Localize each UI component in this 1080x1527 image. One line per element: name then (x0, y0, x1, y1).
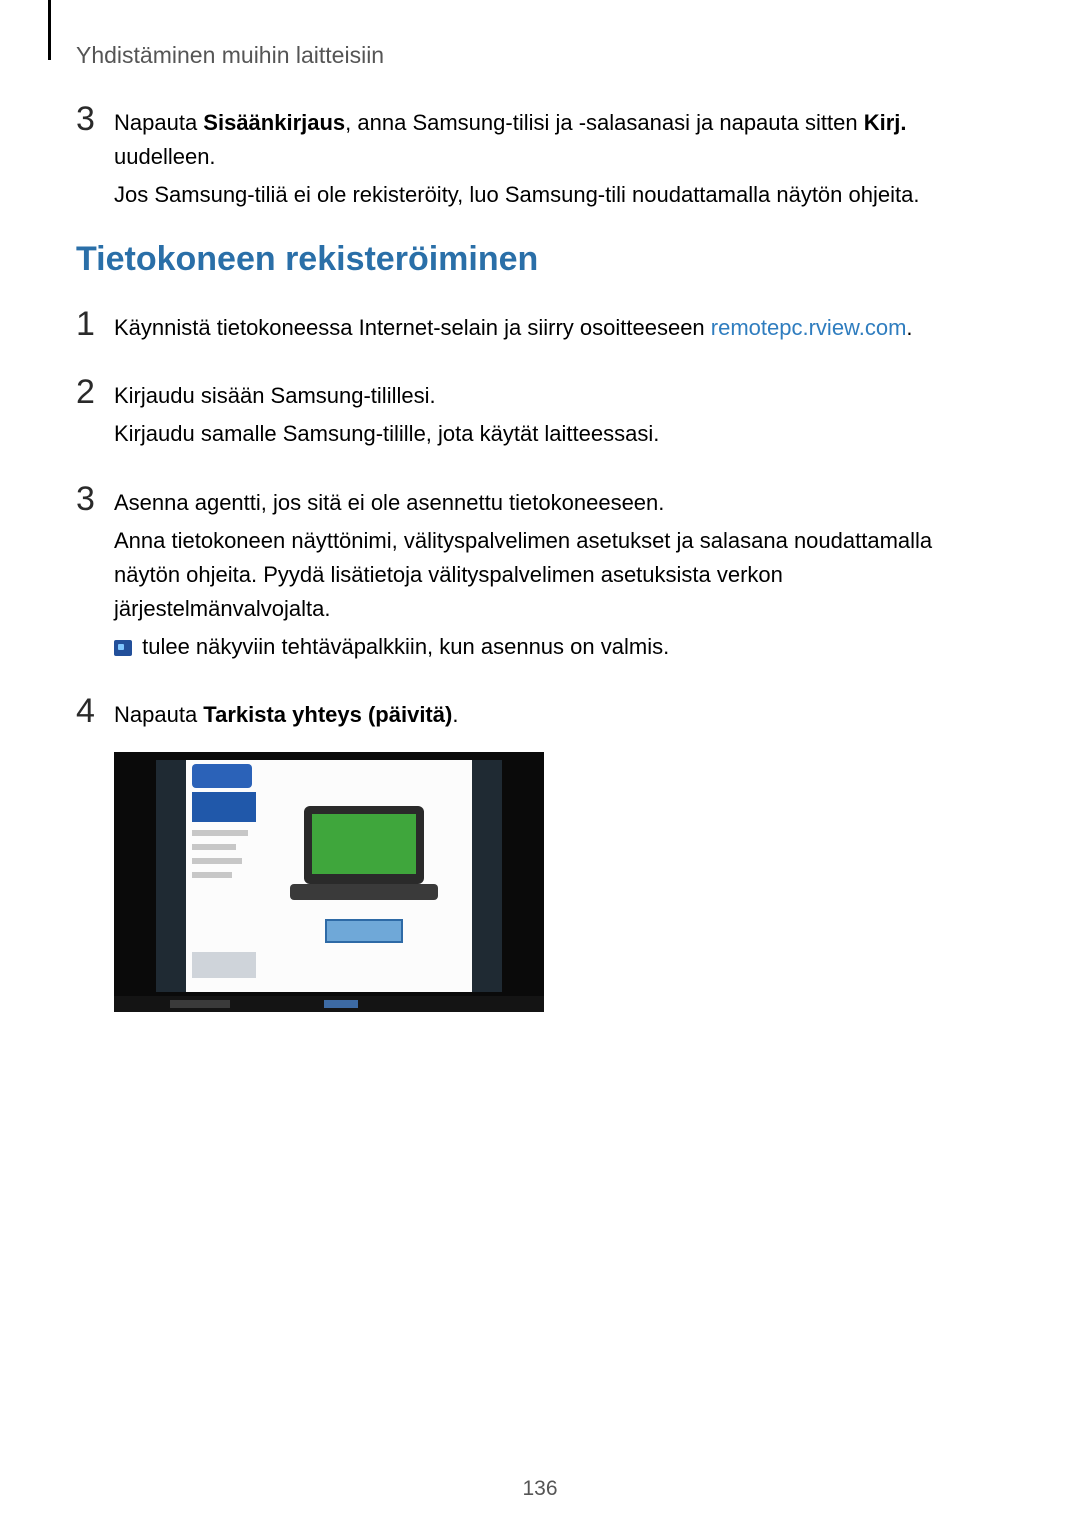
tablet-screenshot-icon (114, 752, 544, 1012)
main-content: 3 Napauta Sisäänkirjaus, anna Samsung-ti… (76, 100, 1004, 1036)
step-3: 3 Asenna agentti, jos sitä ei ole asenne… (76, 480, 1004, 668)
step-body: Käynnistä tietokoneessa Internet-selain … (114, 305, 913, 349)
text: uudelleen. (114, 144, 216, 169)
text: Jos Samsung-tiliä ei ole rekisteröity, l… (114, 178, 1004, 212)
screenshot-figure (114, 752, 544, 1012)
page-number: 136 (0, 1477, 1080, 1501)
step-number: 3 (76, 100, 114, 216)
text: Asenna agentti, jos sitä ei ole asennett… (114, 486, 1004, 520)
text: tulee näkyviin tehtäväpalkkiin, kun asen… (136, 634, 669, 659)
left-margin-rule (48, 0, 51, 60)
step-number: 2 (76, 373, 114, 455)
step-body: Napauta Tarkista yhteys (päivitä). (114, 692, 544, 1012)
remotepc-link[interactable]: remotepc.rview.com (711, 315, 907, 340)
text: , anna Samsung-tilisi ja -salasanasi ja … (345, 110, 864, 135)
text: Kirjaudu samalle Samsung-tilille, jota k… (114, 417, 659, 451)
step-4: 4 Napauta Tarkista yhteys (päivitä). (76, 692, 1004, 1012)
text: . (906, 315, 912, 340)
step-signin: 3 Napauta Sisäänkirjaus, anna Samsung-ti… (76, 100, 1004, 216)
page-running-header: Yhdistäminen muihin laitteisiin (76, 42, 384, 69)
text: Kirjaudu sisään Samsung-tilillesi. (114, 379, 659, 413)
step-number: 4 (76, 692, 114, 1012)
text: Anna tietokoneen näyttönimi, välityspalv… (114, 524, 1004, 626)
step-1: 1 Käynnistä tietokoneessa Internet-selai… (76, 305, 1004, 349)
bold-text: Kirj. (864, 110, 907, 135)
bold-text: Tarkista yhteys (päivitä) (203, 702, 452, 727)
step-number: 3 (76, 480, 114, 668)
bold-text: Sisäänkirjaus (203, 110, 345, 135)
tray-agent-icon (114, 640, 132, 656)
step-body: Asenna agentti, jos sitä ei ole asennett… (114, 480, 1004, 668)
step-2: 2 Kirjaudu sisään Samsung-tilillesi. Kir… (76, 373, 1004, 455)
section-heading: Tietokoneen rekisteröiminen (76, 240, 1004, 279)
text: Napauta (114, 702, 203, 727)
text: Napauta (114, 110, 203, 135)
step-body: Kirjaudu sisään Samsung-tilillesi. Kirja… (114, 373, 659, 455)
step-body: Napauta Sisäänkirjaus, anna Samsung-tili… (114, 100, 1004, 216)
text: . (452, 702, 458, 727)
step-number: 1 (76, 305, 114, 349)
text: Käynnistä tietokoneessa Internet-selain … (114, 315, 711, 340)
